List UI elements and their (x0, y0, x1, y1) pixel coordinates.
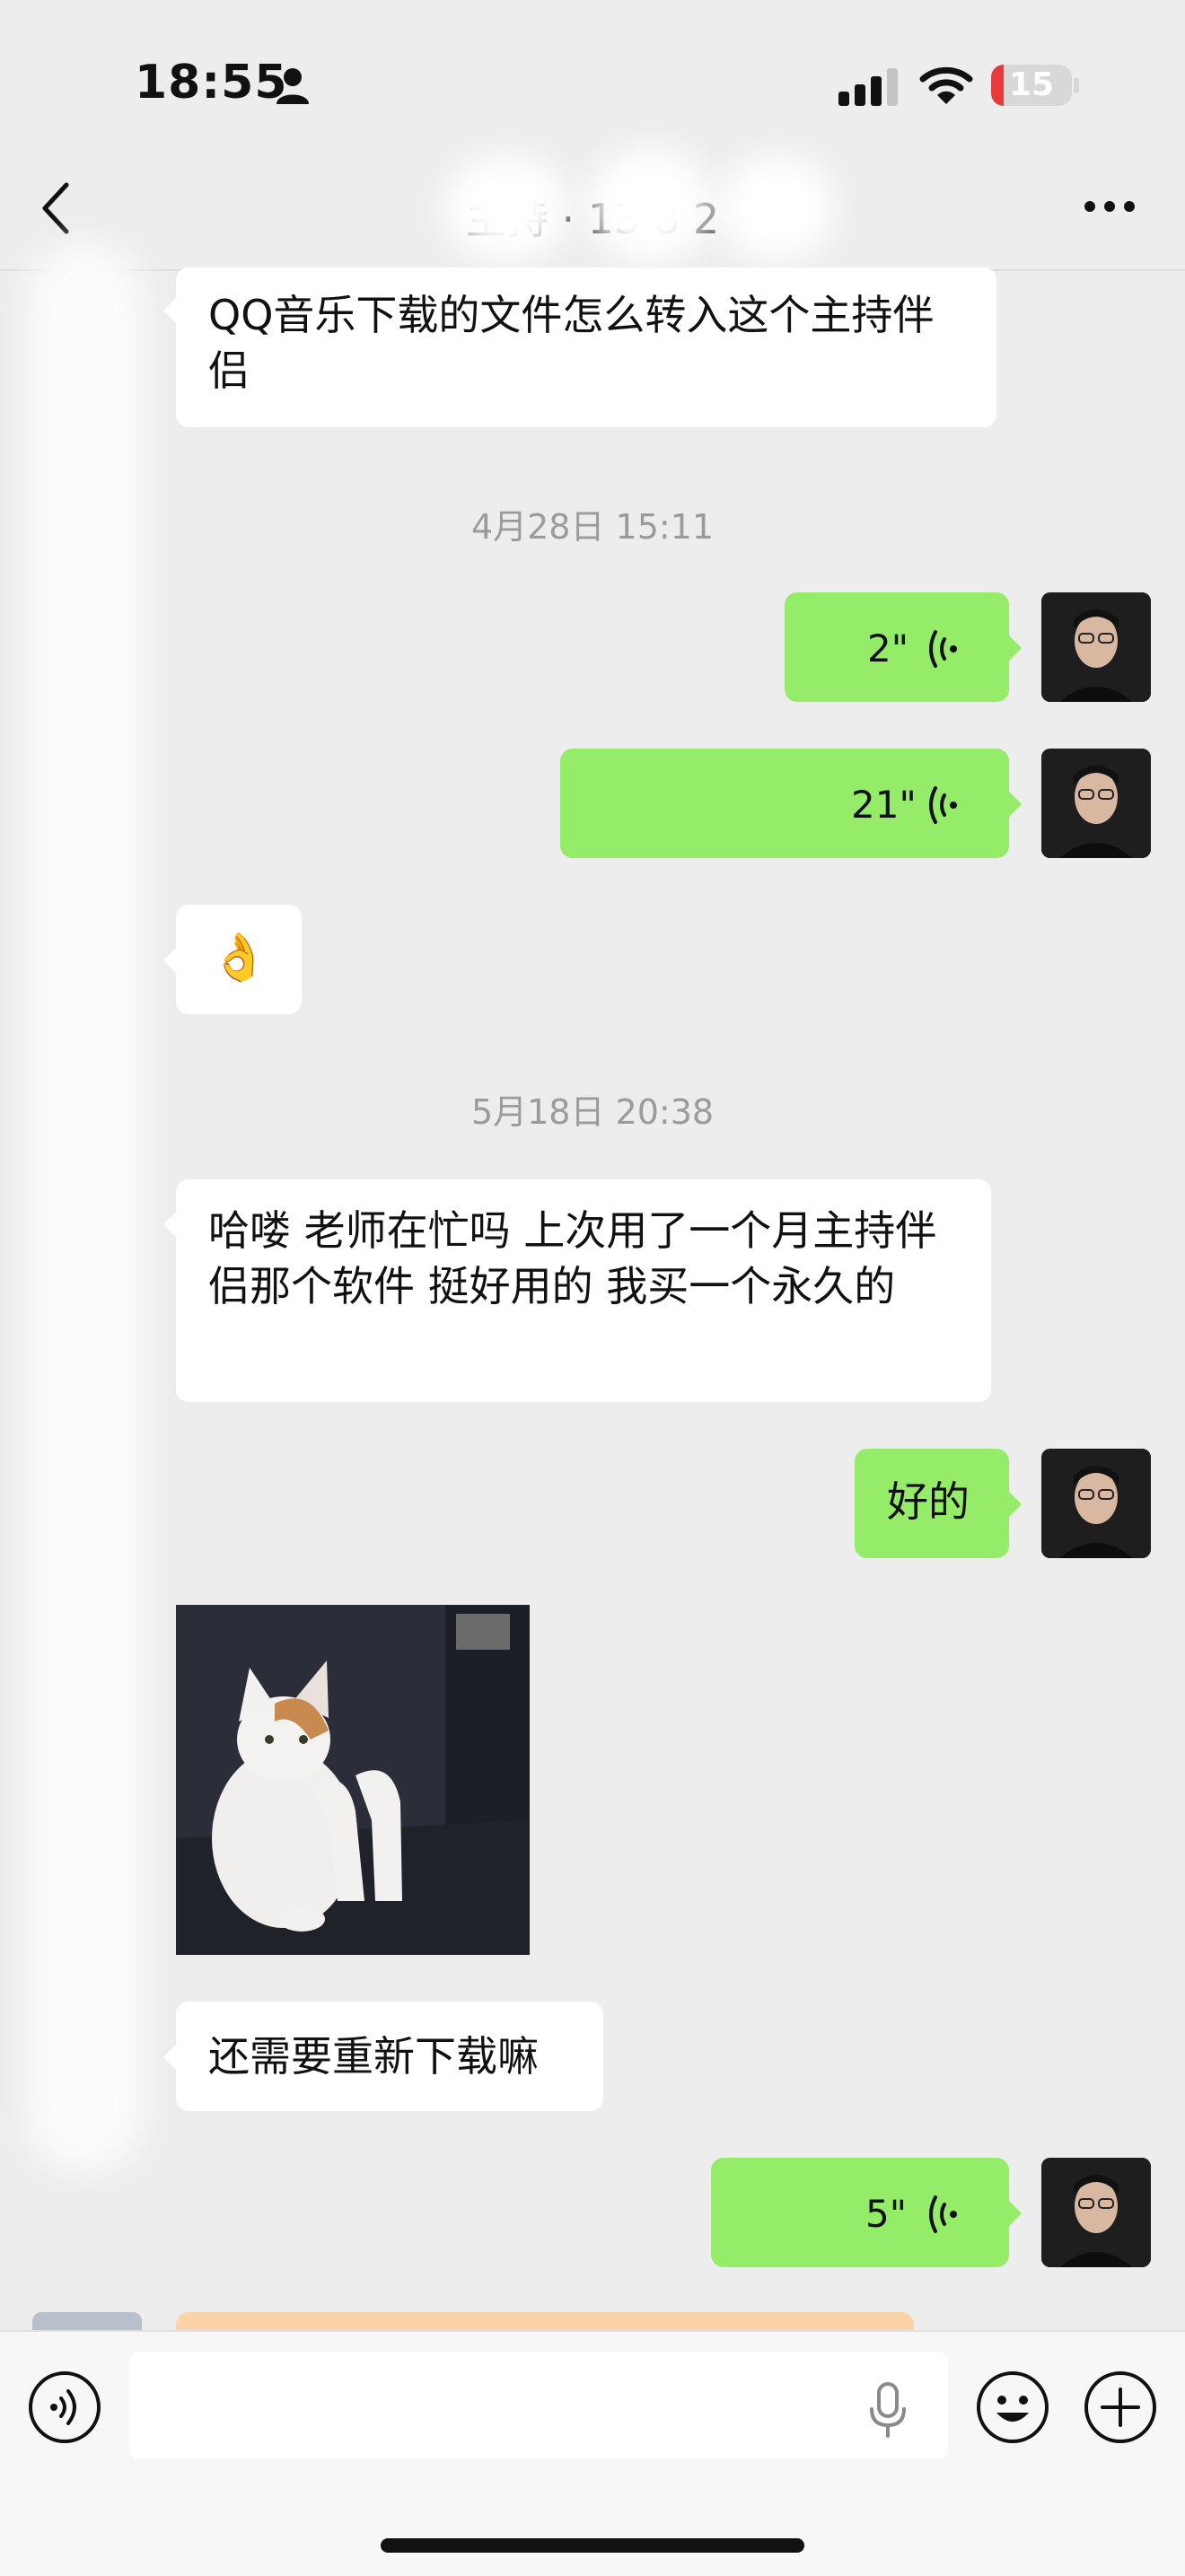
bubble-tail (1009, 1492, 1022, 1517)
home-indicator (381, 2538, 804, 2553)
message-text: 哈喽 老师在忙吗 上次用了一个月主持伴侣那个软件 挺好用的 我买一个永久的 (208, 1206, 937, 1310)
voice-wave-icon (929, 786, 957, 824)
ok-hand-emoji: 👌 (210, 931, 268, 985)
avatar-photo (1041, 749, 1151, 858)
emoji-icon[interactable] (975, 2370, 1050, 2445)
avatar-photo (1041, 2158, 1151, 2267)
message-text: QQ音乐下载的文件怎么转入这个主持伴侣 (208, 291, 935, 395)
voice-wave-icon (929, 630, 957, 668)
battery-cap (1074, 77, 1079, 93)
person-icon (276, 68, 309, 104)
incoming-message[interactable]: 还需要重新下载嘛 (176, 2002, 603, 2111)
avatar[interactable] (1041, 749, 1151, 858)
bubble-tail (1009, 792, 1022, 817)
avatar[interactable] (1041, 592, 1151, 702)
message-text: 好的 (887, 1477, 970, 1526)
cat-image (176, 1605, 530, 1955)
bubble-tail (1009, 2201, 1022, 2226)
voice-mode-icon[interactable] (27, 2370, 102, 2445)
bubble-tail (163, 298, 176, 323)
incoming-emoji-message[interactable]: 👌 (176, 905, 302, 1014)
signal-icon (838, 68, 898, 106)
more-horizontal-icon[interactable] (1083, 199, 1137, 214)
incoming-image-message[interactable] (176, 1605, 530, 1955)
incoming-message[interactable]: QQ音乐下载的文件怎么转入这个主持伴侣 (176, 267, 996, 427)
avatar[interactable] (1041, 1449, 1151, 1558)
bubble-tail (1009, 635, 1022, 661)
outgoing-message[interactable]: 好的 (855, 1449, 1009, 1558)
avatar-photo (1041, 1449, 1151, 1558)
bubble-tail (163, 2045, 176, 2070)
avatar[interactable] (1041, 2158, 1151, 2267)
plus-icon[interactable] (1083, 2370, 1158, 2445)
wifi-icon (919, 66, 973, 104)
status-time: 18:55 (135, 56, 288, 110)
voice-duration: 5" (865, 2192, 908, 2236)
battery-indicator: 15 (991, 65, 1072, 106)
outgoing-voice-message[interactable]: 5" (711, 2158, 1009, 2267)
microphone-icon[interactable] (867, 2382, 908, 2438)
avatar-photo (1041, 592, 1151, 702)
message-input[interactable] (129, 2352, 948, 2459)
redaction-blur (443, 154, 569, 262)
incoming-message[interactable]: 哈喽 老师在忙吗 上次用了一个月主持伴侣那个软件 挺好用的 我买一个永久的 (176, 1179, 991, 1402)
message-text: 还需要重新下载嘛 (208, 2032, 539, 2081)
redaction-blur (587, 147, 713, 264)
timestamp: 4月28日 15:11 (470, 507, 715, 547)
battery-percent: 15 (1008, 66, 1055, 103)
voice-wave-icon (929, 2195, 957, 2233)
voice-duration: 2" (867, 626, 909, 670)
voice-duration: 21" (851, 783, 917, 827)
outgoing-voice-message[interactable]: 2" (785, 592, 1009, 702)
timestamp: 5月18日 20:38 (470, 1092, 715, 1132)
bubble-tail (163, 1212, 176, 1237)
redaction-blur (718, 154, 835, 262)
bubble-tail (163, 948, 176, 973)
outgoing-voice-message[interactable]: 21" (560, 749, 1009, 858)
